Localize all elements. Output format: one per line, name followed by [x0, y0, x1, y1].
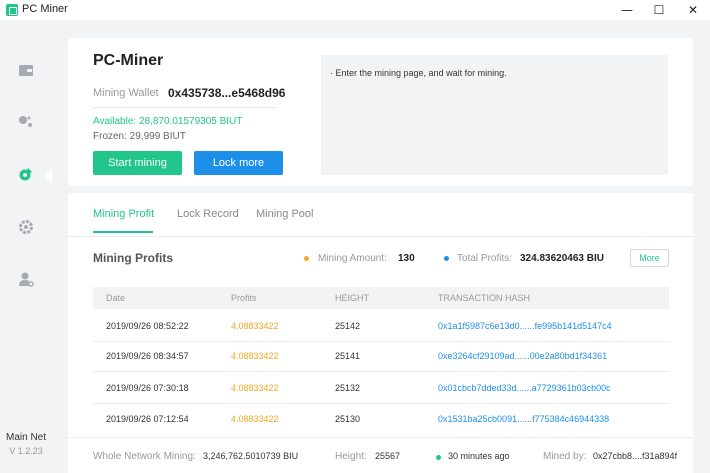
wallet-address: 0x435738...e5468d96 — [168, 86, 286, 100]
last-block-time: 30 minutes ago — [448, 451, 510, 461]
column-date: Date — [106, 293, 126, 303]
frozen-balance: Frozen: 29,999 BIUT — [93, 131, 186, 142]
mining-amount-label: Mining Amount: — [318, 253, 387, 264]
app-version: V 1.2.23 — [9, 446, 43, 456]
app-title: PC Miner — [22, 3, 68, 15]
gear-icon[interactable] — [18, 219, 34, 235]
row-height: 25142 — [335, 321, 361, 331]
total-dot-icon — [444, 256, 449, 261]
nodes-icon[interactable] — [18, 114, 34, 130]
network-name: Main Net — [5, 432, 46, 443]
start-mining-button[interactable]: Start mining — [93, 151, 182, 175]
lock-more-button[interactable]: Lock more — [194, 151, 283, 175]
user-settings-icon[interactable] — [18, 271, 34, 287]
mining-amount-value: 130 — [398, 253, 415, 264]
row-hash-link[interactable]: 0xe3264cf29109ad......00e2a80bd1f34361 — [438, 351, 607, 361]
row-profit: 4.08833422 — [231, 321, 279, 331]
network-mining-value: 3,246,762.5010739 BIU — [203, 451, 299, 461]
total-profits-label: Total Profits: — [457, 253, 513, 264]
column-profits: Profits — [231, 293, 257, 303]
tab-divider — [68, 236, 693, 237]
column-height: HEIGHT — [335, 293, 370, 303]
total-profits-value: 324.83620463 BIU — [520, 253, 604, 264]
row-date: 2019/09/26 08:34:57 — [106, 351, 189, 361]
tab-lock-record[interactable]: Lock Record — [177, 208, 239, 220]
sync-status-dot-icon — [436, 455, 441, 460]
row-hash-link[interactable]: 0x01cbcb7dded33d......a7729361b03cb00c — [438, 383, 611, 393]
mining-icon[interactable] — [18, 166, 34, 182]
app-logo-icon — [6, 4, 18, 16]
row-divider — [93, 341, 669, 342]
mined-by-label: Mined by: — [543, 451, 587, 462]
minimize-button[interactable]: — — [610, 0, 644, 20]
more-button[interactable]: More — [630, 249, 669, 267]
height-value: 25567 — [375, 451, 401, 461]
row-date: 2019/09/26 07:30:18 — [106, 383, 189, 393]
row-hash-link[interactable]: 0x1531ba25cb0091......f775384c46944338 — [438, 414, 609, 424]
title-bar: PC Miner — ☐ ✕ — [0, 0, 710, 20]
row-height: 25132 — [335, 383, 361, 393]
wallet-label: Mining Wallet — [93, 87, 159, 99]
row-profit: 4.08833422 — [231, 414, 279, 424]
mined-by-value: 0x27cbb8....f31a894f — [593, 451, 678, 461]
row-divider — [93, 403, 669, 404]
amount-dot-icon — [304, 256, 309, 261]
row-height: 25130 — [335, 414, 361, 424]
sidebar — [0, 20, 52, 473]
table-header — [93, 287, 669, 309]
section-title: Mining Profits — [93, 251, 173, 265]
maximize-button[interactable]: ☐ — [642, 0, 676, 20]
network-mining-label: Whole Network Mining: — [93, 451, 196, 462]
active-indicator — [45, 168, 52, 184]
tab-mining-pool[interactable]: Mining Pool — [256, 208, 313, 220]
active-tab-indicator — [93, 231, 153, 233]
row-profit: 4.08833422 — [231, 351, 279, 361]
page-title: PC-Miner — [93, 52, 164, 69]
column-hash: TRANSACTION HASH — [438, 293, 531, 303]
close-button[interactable]: ✕ — [676, 0, 710, 20]
tab-mining-profit[interactable]: Mining Profit — [93, 208, 154, 220]
wallet-divider — [93, 107, 276, 108]
row-date: 2019/09/26 08:52:22 — [106, 321, 189, 331]
row-date: 2019/09/26 07:12:54 — [106, 414, 189, 424]
height-label: Height: — [335, 451, 367, 462]
row-hash-link[interactable]: 0x1a1f5987c6e13d0......fe995b141d5147c4 — [438, 321, 612, 331]
records-card — [68, 193, 693, 473]
row-divider — [93, 371, 669, 372]
log-line: · Enter the mining page, and wait for mi… — [330, 68, 507, 78]
row-height: 25141 — [335, 351, 361, 361]
row-profit: 4.08833422 — [231, 383, 279, 393]
wallet-icon[interactable] — [18, 62, 34, 78]
available-balance: Available: 28,870.01579305 BIUT — [93, 116, 243, 127]
